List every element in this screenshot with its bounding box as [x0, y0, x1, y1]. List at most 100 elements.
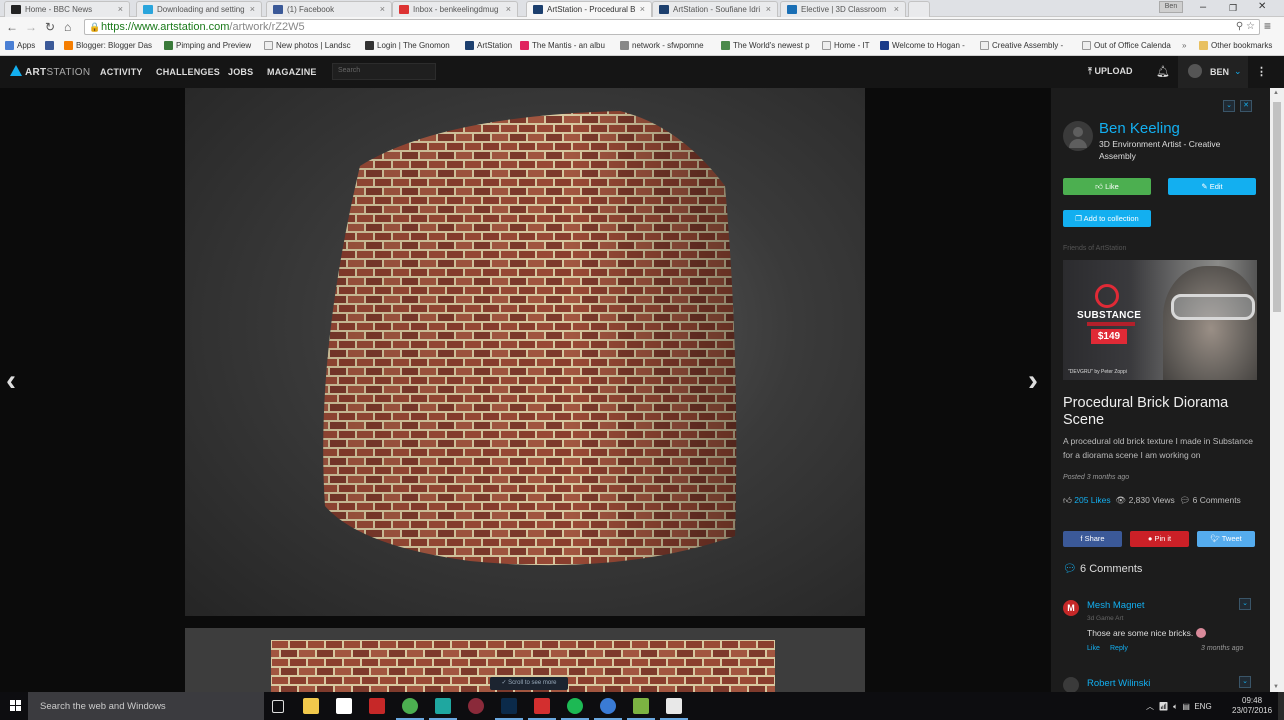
bookmark-item[interactable]: Blogger: Blogger Das: [64, 41, 152, 50]
commenter-name[interactable]: Robert Wilinski: [1087, 678, 1150, 689]
tab-close-icon[interactable]: ×: [640, 4, 645, 14]
scroll-down-icon[interactable]: ▼: [1273, 684, 1279, 690]
chrome-icon[interactable]: [402, 698, 418, 714]
browser-tab[interactable]: Elective | 3D Classroom ×: [780, 1, 906, 17]
chrome-profile-icon[interactable]: [600, 698, 616, 714]
artstation-logo[interactable]: ARTSTATION: [10, 65, 90, 78]
file-explorer-icon[interactable]: [303, 698, 319, 714]
browser-tab[interactable]: (1) Facebook ×: [266, 1, 392, 17]
tab-close-icon[interactable]: ×: [250, 4, 255, 14]
facebook-share-button[interactable]: f Share: [1063, 531, 1122, 547]
bookmark-item[interactable]: Home - IT: [822, 41, 870, 50]
tweet-button[interactable]: 🐦︎ Tweet: [1197, 531, 1255, 547]
browser-tab[interactable]: ArtStation - Procedural B ×: [526, 1, 652, 17]
user-menu[interactable]: BEN ⌄: [1178, 56, 1248, 88]
comment-reply-link[interactable]: Reply: [1110, 645, 1128, 652]
zoom-icon[interactable]: ⚲: [1236, 21, 1243, 32]
commenter-name[interactable]: Mesh Magnet: [1087, 600, 1145, 611]
nav-jobs[interactable]: JOBS: [228, 67, 253, 77]
home-icon[interactable]: ⌂: [64, 20, 71, 34]
comment-options-chevron-icon[interactable]: ⌄: [1239, 676, 1251, 688]
browser-tab[interactable]: Downloading and setting ×: [136, 1, 262, 17]
bookmark-item[interactable]: The Mantis - an albu: [520, 41, 605, 50]
previous-artwork-arrow[interactable]: ‹: [6, 364, 16, 398]
nav-magazine[interactable]: MAGAZINE: [267, 67, 317, 77]
comment-options-chevron-icon[interactable]: ⌄: [1239, 598, 1251, 610]
camtasia-green-icon[interactable]: [633, 698, 649, 714]
substance-designer-icon[interactable]: [534, 698, 550, 714]
bookmarks-overflow[interactable]: »: [1182, 41, 1186, 50]
tab-close-icon[interactable]: ×: [380, 4, 385, 14]
artist-name[interactable]: Ben Keeling: [1099, 120, 1180, 137]
browser-tab[interactable]: Inbox - benkeelingdmug ×: [392, 1, 518, 17]
tab-close-icon[interactable]: ×: [506, 4, 511, 14]
language-indicator[interactable]: ENG: [1194, 702, 1211, 711]
browser-tab[interactable]: Home - BBC News ×: [4, 1, 130, 17]
bookmark-item[interactable]: Pimping and Preview: [164, 41, 251, 50]
scroll-hint[interactable]: ✓ Scroll to see more: [490, 677, 568, 690]
reload-icon[interactable]: ↻: [45, 20, 55, 34]
tray-overflow-icon[interactable]: ︿: [1146, 702, 1154, 711]
profile-badge[interactable]: Ben: [1159, 1, 1183, 13]
commenter-avatar[interactable]: [1063, 677, 1079, 692]
spotify-icon[interactable]: [567, 698, 583, 714]
next-artwork-arrow[interactable]: ›: [1028, 364, 1038, 398]
bookmark-item[interactable]: New photos | Landsc: [264, 41, 351, 50]
close-window-button[interactable]: ✕: [1258, 1, 1266, 12]
scrollbar-thumb[interactable]: [1273, 102, 1281, 312]
likes-count[interactable]: 205 Likes: [1074, 495, 1110, 505]
system-clock[interactable]: 09:48 23/07/2016: [1232, 696, 1272, 716]
scroll-up-icon[interactable]: ▲: [1273, 90, 1279, 96]
windows-start-icon[interactable]: [10, 700, 21, 711]
tab-close-icon[interactable]: ×: [894, 4, 899, 14]
like-button[interactable]: 👍︎ Like: [1063, 178, 1151, 195]
bookmark-item[interactable]: Apps: [5, 41, 35, 50]
artwork-image[interactable]: [185, 88, 865, 616]
substance-ad[interactable]: SUBSTANCE $149 "DEVGRU" by Peter Zoppi: [1063, 260, 1257, 380]
artist-avatar[interactable]: [1063, 121, 1093, 151]
more-options-icon[interactable]: ⋮: [1256, 65, 1267, 78]
collapse-chevron-icon[interactable]: ⌄: [1223, 100, 1235, 112]
maya-icon[interactable]: [435, 698, 451, 714]
wifi-icon[interactable]: 📶︎: [1158, 702, 1168, 711]
commenter-avatar[interactable]: M: [1063, 600, 1079, 616]
chrome-menu-icon[interactable]: ≡: [1264, 19, 1271, 33]
edit-button[interactable]: ✎ Edit: [1168, 178, 1256, 195]
upload-button[interactable]: ⤒ UPLOAD: [1088, 66, 1133, 77]
pinterest-button[interactable]: ● Pin it: [1130, 531, 1189, 547]
volume-icon[interactable]: 🔈︎: [1173, 702, 1178, 711]
tab-close-icon[interactable]: ×: [118, 4, 123, 14]
action-center-icon[interactable]: ▤: [1182, 702, 1190, 711]
camtasia-icon[interactable]: [666, 698, 682, 714]
notifications-bell-icon[interactable]: 🔔︎: [1156, 65, 1170, 78]
tab-close-icon[interactable]: ×: [766, 4, 771, 14]
forward-icon[interactable]: →: [25, 20, 37, 34]
add-to-collection-button[interactable]: ❐ Add to collection: [1063, 210, 1151, 227]
substance-painter-icon[interactable]: [369, 698, 385, 714]
back-icon[interactable]: ←: [6, 20, 18, 34]
site-search-input[interactable]: Search: [332, 63, 436, 80]
bookmark-item[interactable]: Login | The Gnomon: [365, 41, 450, 50]
bookmark-item[interactable]: The World's newest p: [721, 41, 810, 50]
page-scrollbar[interactable]: ▲ ▼: [1270, 88, 1284, 692]
close-sidebar-icon[interactable]: ✕: [1240, 100, 1252, 112]
taskbar-search-input[interactable]: Search the web and Windows: [28, 692, 264, 720]
nav-activity[interactable]: ACTIVITY: [100, 67, 143, 77]
bookmark-item[interactable]: network - sfwpomne: [620, 41, 704, 50]
minimize-button[interactable]: –: [1200, 1, 1206, 13]
bookmark-item[interactable]: Creative Assembly -: [980, 41, 1063, 50]
bookmark-item[interactable]: Out of Office Calenda: [1082, 41, 1171, 50]
show-desktop-button[interactable]: [1278, 692, 1284, 720]
comment-like-link[interactable]: Like: [1087, 645, 1100, 652]
marmoset-icon[interactable]: [468, 698, 484, 714]
task-view-icon[interactable]: [272, 700, 284, 713]
bookmark-star-icon[interactable]: ☆: [1246, 21, 1255, 32]
browser-tab[interactable]: ArtStation - Soufiane Idri ×: [652, 1, 778, 17]
store-icon[interactable]: [336, 698, 352, 714]
other-bookmarks[interactable]: Other bookmarks: [1199, 41, 1272, 50]
bookmark-item[interactable]: ArtStation: [465, 41, 512, 50]
bookmark-item[interactable]: Welcome to Hogan -: [880, 41, 965, 50]
new-tab-button[interactable]: [908, 1, 930, 17]
nav-challenges[interactable]: CHALLENGES: [156, 67, 220, 77]
restore-button[interactable]: ❐: [1229, 3, 1237, 14]
